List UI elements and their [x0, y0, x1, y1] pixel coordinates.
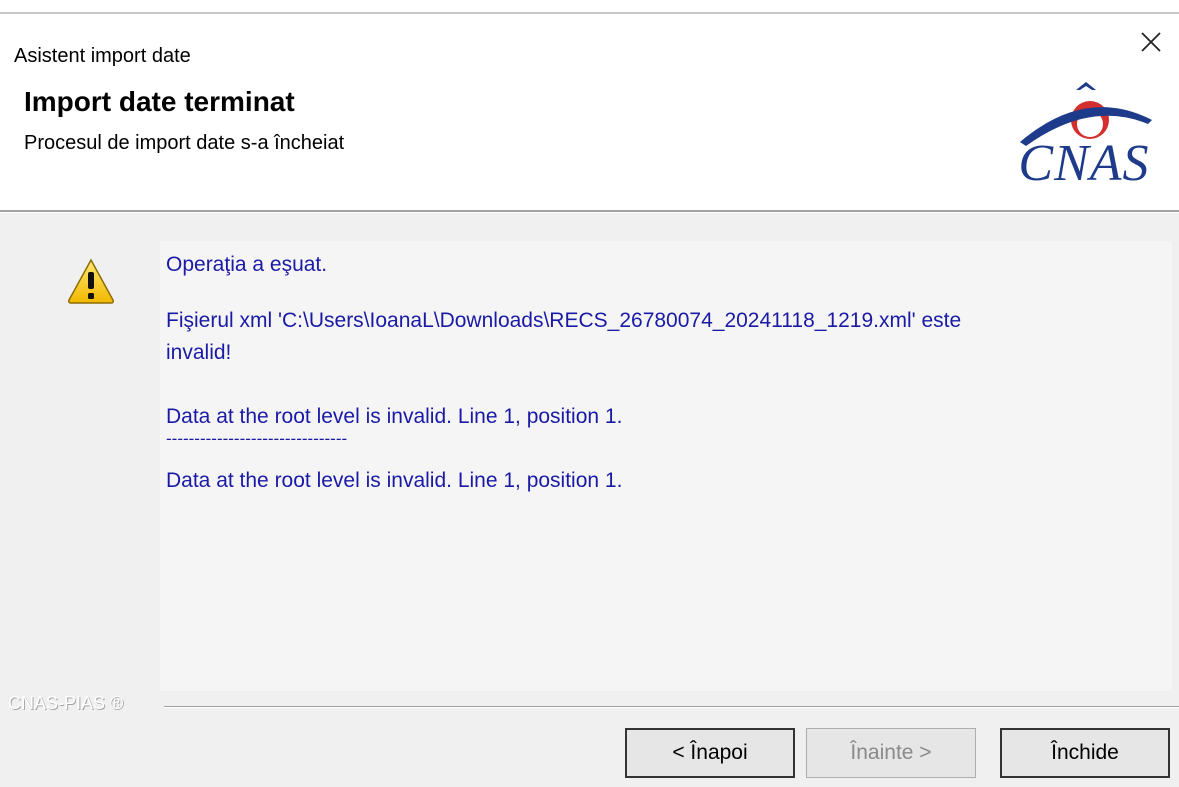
page-subtitle: Procesul de import date s-a încheiat [24, 132, 345, 154]
finish-button[interactable]: Închide [1000, 728, 1170, 778]
close-button[interactable] [1123, 14, 1179, 70]
separator-dashes: -------------------------------- [166, 429, 348, 448]
cnas-logo: CNAS [996, 80, 1172, 192]
close-icon [1141, 32, 1161, 52]
status-message: Operaţia a eşuat. [166, 253, 328, 276]
footer-divider [164, 706, 1179, 708]
title-bar: Asistent import date [0, 14, 1179, 74]
warning-icon [68, 258, 114, 304]
next-button[interactable]: Înainte > [806, 728, 976, 778]
message-panel: Operaţia a eşuat. Fişierul xml 'C:\Users… [160, 241, 1172, 691]
logo-text: CNAS [1018, 135, 1150, 192]
brand-label: CNAS-PIAS ® [8, 693, 124, 713]
error-detail-repeat: Data at the root level is invalid. Line … [166, 469, 623, 492]
back-button[interactable]: < Înapoi [625, 728, 795, 778]
window-top-border [0, 0, 1179, 14]
page-title: Import date terminat [24, 86, 295, 117]
error-file-line: Fişierul xml 'C:\Users\IoanaL\Downloads\… [166, 309, 962, 332]
error-file-line-2: invalid! [166, 341, 232, 364]
window-title: Asistent import date [14, 45, 191, 67]
